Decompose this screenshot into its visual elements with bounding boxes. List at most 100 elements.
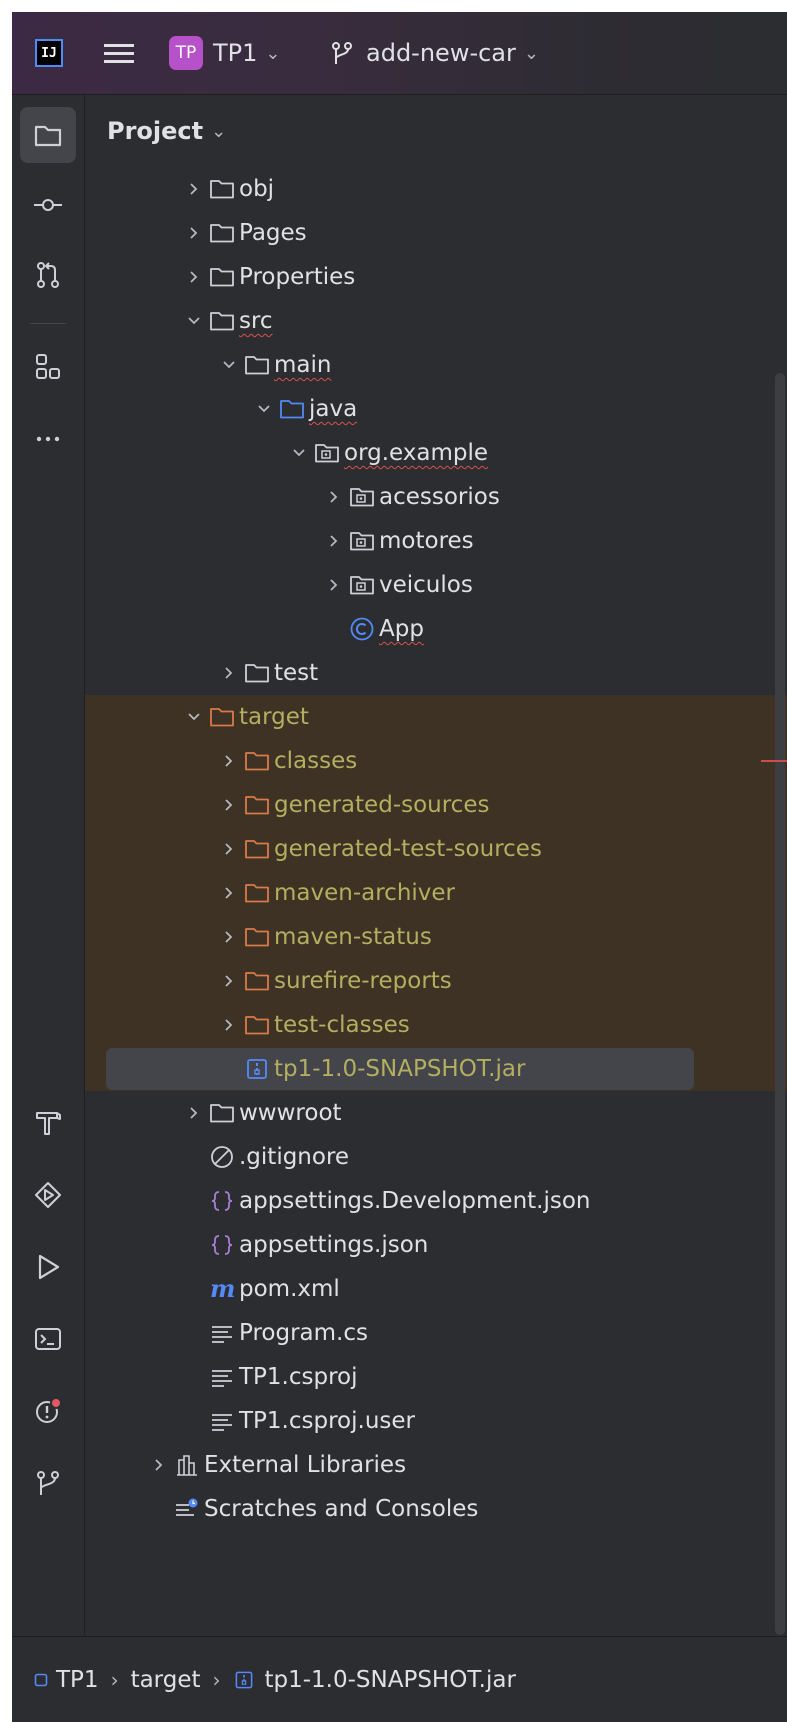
project-panel-header[interactable]: Project ⌄ [107, 95, 226, 167]
tree-item-label: Program.cs [239, 1320, 368, 1346]
excluded-folder-icon [243, 1011, 271, 1039]
tree-item[interactable]: App [85, 607, 787, 651]
tree-item[interactable]: veiculos [85, 563, 787, 607]
error-stripe-mark [761, 760, 787, 762]
excluded-folder-icon [208, 703, 236, 731]
git-icon [37, 1471, 59, 1495]
tree-item-label: main [274, 352, 332, 378]
project-selector[interactable]: TP TP1 ⌄ [169, 12, 281, 94]
tree-item[interactable]: Program.cs [85, 1311, 787, 1355]
tree-item[interactable]: TP1.csproj [85, 1355, 787, 1399]
run-tool-button[interactable] [20, 1239, 76, 1295]
folder-icon [208, 175, 236, 203]
breadcrumb-item[interactable]: TP1 [34, 1667, 99, 1693]
folder-icon [243, 351, 271, 379]
navigation-breadcrumbs: TP1 › target › tp1-1.0-SNAPSHOT.jar [34, 1667, 516, 1693]
chevron-right-icon[interactable] [183, 1091, 205, 1135]
chevron-right-icon[interactable] [218, 959, 240, 1003]
commit-tool-button[interactable] [20, 177, 76, 233]
package-icon [348, 527, 376, 555]
project-badge: TP [169, 36, 203, 70]
tree-item[interactable]: java [85, 387, 787, 431]
tree-item[interactable]: target [85, 695, 787, 739]
main-menu-button[interactable] [104, 12, 136, 94]
chevron-right-icon[interactable] [323, 519, 345, 563]
package-icon [313, 439, 341, 467]
tree-item-label: veiculos [379, 572, 473, 598]
pull-requests-tool-button[interactable] [20, 247, 76, 303]
tree-item[interactable]: org.example [85, 431, 787, 475]
tree-item[interactable]: generated-test-sources [85, 827, 787, 871]
chevron-right-icon[interactable] [148, 1443, 170, 1487]
project-tool-button[interactable] [20, 107, 76, 163]
git-tool-button[interactable] [20, 1455, 76, 1511]
tree-item[interactable]: test-classes [85, 1003, 787, 1047]
terminal-tool-button[interactable] [20, 1311, 76, 1367]
chevron-right-icon[interactable] [218, 783, 240, 827]
ide-window: IJ TP TP1 ⌄ add-new-car ⌄ Project ⌄ obj … [12, 12, 787, 1722]
module-icon [34, 1673, 56, 1687]
excluded-folder-icon [243, 791, 271, 819]
chevron-down-icon[interactable] [218, 343, 240, 387]
tree-item[interactable]: generated-sources [85, 783, 787, 827]
breadcrumb-item[interactable]: tp1-1.0-SNAPSHOT.jar [233, 1667, 516, 1693]
chevron-right-icon[interactable] [218, 871, 240, 915]
chevron-down-icon[interactable] [183, 299, 205, 343]
chevron-right-icon[interactable] [323, 563, 345, 607]
tree-item[interactable]: External Libraries [85, 1443, 787, 1487]
tree-item[interactable]: TP1.csproj.user [85, 1399, 787, 1443]
chevron-right-icon[interactable] [218, 1003, 240, 1047]
tree-item[interactable]: test [85, 651, 787, 695]
source-folder-icon [278, 395, 306, 423]
tree-item[interactable]: tp1-1.0-SNAPSHOT.jar [85, 1047, 787, 1091]
tree-item[interactable]: main [85, 343, 787, 387]
tree-item[interactable]: maven-status [85, 915, 787, 959]
maven-icon: m [208, 1275, 236, 1303]
problems-tool-button[interactable] [20, 1383, 76, 1439]
tree-item[interactable]: surefire-reports [85, 959, 787, 1003]
chevron-right-icon[interactable] [218, 915, 240, 959]
tree-item[interactable]: appsettings.json [85, 1223, 787, 1267]
chevron-right-icon[interactable] [218, 651, 240, 695]
chevron-right-icon[interactable] [183, 167, 205, 211]
tree-item[interactable]: appsettings.Development.json [85, 1179, 787, 1223]
services-tool-button[interactable] [20, 1167, 76, 1223]
tree-item[interactable]: Properties [85, 255, 787, 299]
tree-item[interactable]: src [85, 299, 787, 343]
tree-item[interactable]: classes [85, 739, 787, 783]
breadcrumb-item[interactable]: target [131, 1667, 201, 1693]
tree-item[interactable]: obj [85, 167, 787, 211]
text-file-icon [208, 1363, 236, 1391]
tree-item[interactable]: maven-archiver [85, 871, 787, 915]
tree-item[interactable]: wwwroot [85, 1091, 787, 1135]
more-tools-button[interactable] [20, 411, 76, 467]
build-tool-button[interactable] [20, 1095, 76, 1151]
chevron-down-icon[interactable] [288, 431, 310, 475]
tree-item[interactable]: motores [85, 519, 787, 563]
tree-item[interactable]: m pom.xml [85, 1267, 787, 1311]
problems-icon [36, 1397, 62, 1423]
chevron-right-icon[interactable] [218, 739, 240, 783]
breadcrumb-label: tp1-1.0-SNAPSHOT.jar [264, 1667, 516, 1693]
branch-selector[interactable]: add-new-car ⌄ [330, 12, 539, 94]
chevron-right-icon[interactable] [183, 211, 205, 255]
tree-item[interactable]: Scratches and Consoles [85, 1487, 787, 1531]
folder-icon [208, 1099, 236, 1127]
json-file-icon [208, 1187, 236, 1215]
chevron-down-icon[interactable] [183, 695, 205, 739]
chevron-down-icon[interactable] [253, 387, 275, 431]
chevron-right-icon[interactable] [323, 475, 345, 519]
tree-item[interactable]: .gitignore [85, 1135, 787, 1179]
chevron-right-icon[interactable] [218, 827, 240, 871]
chevron-right-icon[interactable] [183, 255, 205, 299]
breadcrumb-separator: › [110, 1668, 119, 1692]
branch-name: add-new-car [366, 39, 516, 67]
vertical-scrollbar[interactable] [775, 373, 785, 1635]
structure-tool-button[interactable] [20, 339, 76, 395]
tree-item-label: App [379, 616, 424, 642]
intellij-logo-icon[interactable]: IJ [35, 39, 63, 67]
tree-item[interactable]: acessorios [85, 475, 787, 519]
tree-item[interactable]: Pages [85, 211, 787, 255]
tree-item-label: wwwroot [239, 1100, 342, 1126]
more-icon [36, 436, 60, 442]
